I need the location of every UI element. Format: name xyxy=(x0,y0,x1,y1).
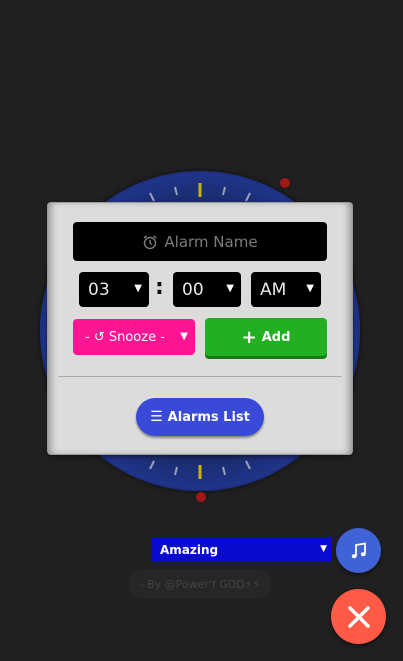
chevron-down-icon: ▼ xyxy=(180,331,188,342)
song-select[interactable]: Amazing ▼ xyxy=(152,537,331,562)
music-note-icon xyxy=(351,541,366,558)
alarms-list-button[interactable]: ☰ Alarms List xyxy=(136,398,264,436)
credit-text: - By @Power'f GOD⚡⚡ xyxy=(128,569,272,599)
time-separator: : xyxy=(155,275,164,300)
minute-value: 00 xyxy=(182,279,204,300)
snooze-label: - ↺ Snooze - xyxy=(85,329,165,345)
hour-select[interactable]: 03 ▼ xyxy=(79,272,149,307)
chevron-down-icon: ▼ xyxy=(320,544,327,554)
alarm-clock-icon xyxy=(143,234,157,249)
music-button[interactable] xyxy=(336,528,381,573)
hour-value: 03 xyxy=(88,279,110,300)
chevron-down-icon: ▼ xyxy=(134,283,142,294)
add-label: Add xyxy=(261,329,291,345)
list-icon: ☰ xyxy=(150,409,163,425)
add-alarm-button[interactable]: + Add xyxy=(205,318,327,356)
chevron-down-icon: ▼ xyxy=(226,283,234,294)
alarm-name-placeholder: Alarm Name xyxy=(164,232,258,251)
chevron-down-icon: ▼ xyxy=(306,283,314,294)
plus-icon: + xyxy=(241,326,257,348)
close-icon xyxy=(347,605,370,628)
close-button[interactable] xyxy=(331,589,386,644)
snooze-select[interactable]: - ↺ Snooze - ▼ xyxy=(73,319,195,355)
song-value: Amazing xyxy=(160,542,219,557)
ampm-value: AM xyxy=(260,279,287,300)
minute-select[interactable]: 00 ▼ xyxy=(173,272,241,307)
divider xyxy=(58,376,342,377)
alarm-dialog: Alarm Name 03 ▼ : 00 ▼ AM ▼ - ↺ Snooze -… xyxy=(48,203,352,454)
clock-marker-dot xyxy=(196,492,206,502)
clock-marker-dot xyxy=(280,178,290,188)
alarms-list-label: Alarms List xyxy=(167,409,250,425)
alarm-name-input[interactable]: Alarm Name xyxy=(73,222,327,261)
ampm-select[interactable]: AM ▼ xyxy=(251,272,321,307)
